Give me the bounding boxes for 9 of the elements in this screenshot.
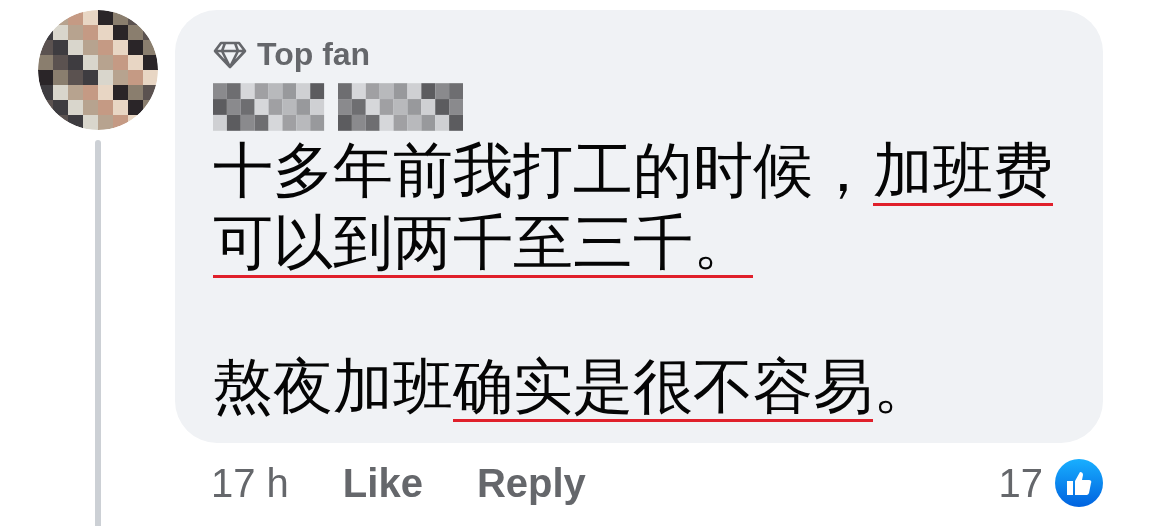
comment-text: 十多年前我打工的时候，加班费 可以到两千至三千。 [213, 136, 1054, 278]
diamond-icon [213, 39, 247, 70]
action-link[interactable]: Reply [476, 460, 586, 506]
badge-label: Top fan [257, 36, 371, 73]
thumbs-up-icon[interactable] [1055, 459, 1103, 507]
timestamp: 17 h [211, 460, 289, 506]
reaction-count: 17 [998, 460, 1043, 506]
comment-text: 熬夜加班确实是很不容易。 [213, 352, 934, 422]
action-link[interactable]: Like [342, 460, 423, 506]
